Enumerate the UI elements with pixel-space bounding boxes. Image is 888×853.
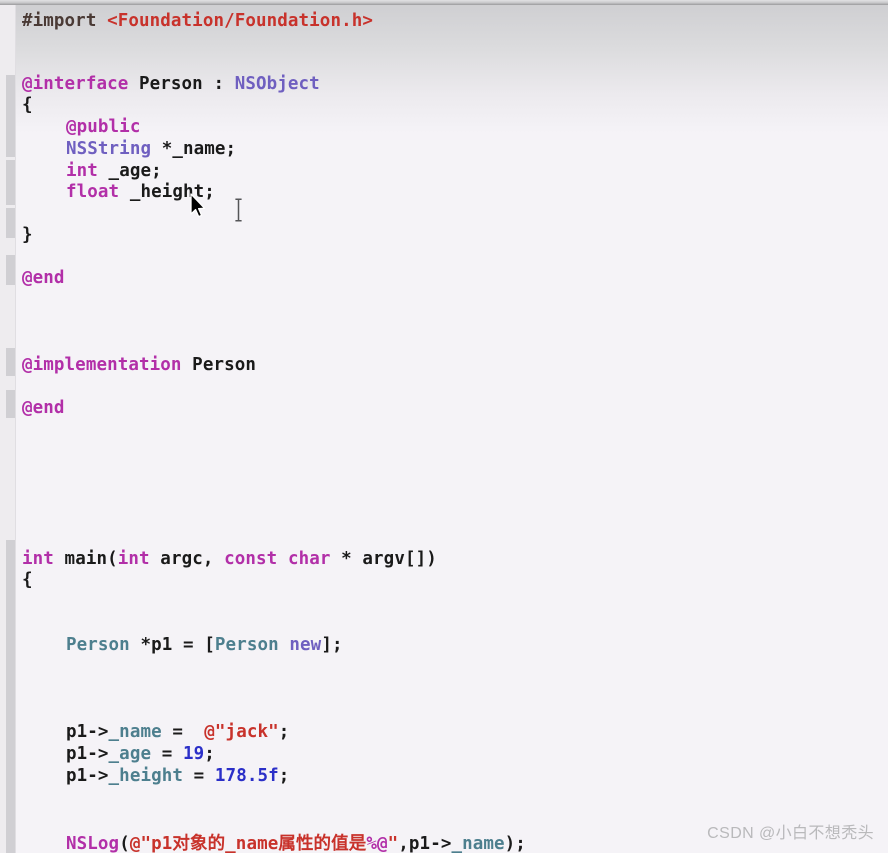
code-token: * argv[]) bbox=[330, 549, 437, 569]
code-token: { bbox=[22, 95, 33, 115]
code-token: ; bbox=[278, 722, 290, 742]
code-token: int bbox=[22, 549, 54, 569]
code-token: *p1 = [ bbox=[129, 635, 215, 655]
code-token: p1-> bbox=[66, 722, 109, 742]
code-token: Person bbox=[214, 635, 279, 655]
code-token: _height bbox=[108, 766, 183, 786]
code-token: NSLog bbox=[66, 834, 120, 853]
code-token: ; bbox=[278, 766, 290, 786]
code-line[interactable]: NSLog(@"p1对象的_name属性的值是%@",p1->_name); bbox=[66, 830, 526, 853]
code-token: p1-> bbox=[66, 766, 109, 786]
code-token: " bbox=[387, 834, 399, 853]
code-token: @"jack" bbox=[204, 722, 279, 742]
code-token: argc, bbox=[149, 549, 225, 569]
code-token: _name bbox=[451, 834, 505, 853]
code-line[interactable]: { bbox=[22, 570, 33, 590]
code-token: @public bbox=[66, 117, 141, 137]
code-token: ); bbox=[504, 834, 526, 853]
code-token: _height; bbox=[119, 182, 215, 202]
code-token: = bbox=[151, 744, 184, 764]
code-line[interactable]: { bbox=[22, 95, 33, 115]
code-line[interactable]: @implementation Person bbox=[22, 355, 256, 375]
code-line[interactable]: @end bbox=[22, 268, 65, 288]
code-token: Person bbox=[66, 635, 130, 655]
code-editor-screenshot: #import <Foundation/Foundation.h> @interf… bbox=[0, 0, 888, 853]
code-token: new bbox=[289, 635, 322, 655]
code-token: ]; bbox=[321, 635, 343, 655]
code-token: Person bbox=[181, 355, 256, 375]
code-token: 178.5f bbox=[214, 766, 279, 786]
code-token: const bbox=[224, 549, 278, 569]
code-token: } bbox=[22, 225, 33, 245]
code-token: = bbox=[183, 766, 215, 786]
code-token: main( bbox=[53, 549, 118, 569]
code-line[interactable]: @public bbox=[66, 117, 140, 137]
code-line[interactable]: NSString *_name; bbox=[66, 139, 236, 159]
code-line[interactable]: #import <Foundation/Foundation.h> bbox=[22, 11, 373, 31]
code-token: _age; bbox=[97, 161, 162, 181]
code-token: @end bbox=[22, 268, 65, 288]
code-token: #import bbox=[22, 11, 108, 31]
code-line[interactable]: int _age; bbox=[66, 161, 162, 181]
code-token: _age bbox=[108, 744, 152, 764]
code-token: int bbox=[117, 549, 150, 569]
code-line[interactable]: @interface Person : NSObject bbox=[22, 74, 320, 94]
code-line[interactable]: @end bbox=[22, 398, 65, 418]
code-token: _name bbox=[108, 722, 162, 742]
code-token: @interface bbox=[22, 74, 129, 94]
code-token: { bbox=[22, 570, 33, 590]
code-token: ; bbox=[204, 744, 215, 764]
code-token: @implementation bbox=[22, 355, 182, 375]
code-token: Person : bbox=[128, 74, 235, 94]
code-line[interactable]: float _height; bbox=[66, 182, 215, 202]
code-token: float bbox=[66, 182, 120, 202]
code-token: %@ bbox=[366, 834, 388, 853]
code-token: int bbox=[66, 161, 98, 181]
code-token: ,p1-> bbox=[398, 834, 452, 853]
csdn-watermark: CSDN @小白不想秃头 bbox=[707, 825, 874, 842]
code-line[interactable]: p1->_height = 178.5f; bbox=[66, 766, 289, 786]
code-line[interactable]: p1->_age = 19; bbox=[66, 744, 215, 764]
code-content[interactable]: #import <Foundation/Foundation.h> @interf… bbox=[0, 0, 888, 853]
code-token: <Foundation/Foundation.h> bbox=[107, 11, 373, 31]
code-token: = bbox=[161, 722, 205, 742]
code-token: @end bbox=[22, 398, 65, 418]
code-token: ( bbox=[119, 834, 130, 853]
code-token: NSString bbox=[66, 139, 152, 159]
code-line[interactable]: } bbox=[22, 225, 33, 245]
code-line[interactable]: Person *p1 = [Person new]; bbox=[66, 635, 343, 655]
code-token: p1-> bbox=[66, 744, 109, 764]
code-token: char bbox=[287, 549, 331, 569]
code-token: @"p1对象的_name属性的值是 bbox=[129, 834, 367, 853]
code-token: 19 bbox=[183, 744, 205, 764]
code-token: NSObject bbox=[234, 74, 320, 94]
code-line[interactable]: int main(int argc, const char * argv[]) bbox=[22, 549, 437, 569]
code-token: *_name; bbox=[151, 139, 237, 159]
code-line[interactable]: p1->_name = @"jack"; bbox=[66, 722, 289, 742]
